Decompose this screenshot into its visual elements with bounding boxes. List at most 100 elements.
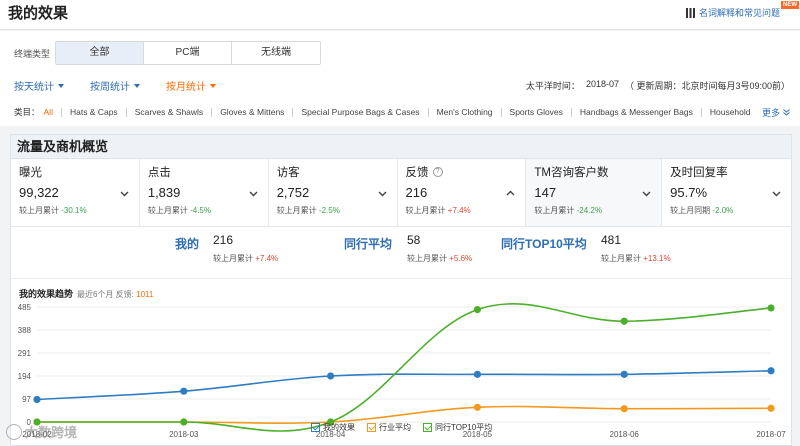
- tab-all[interactable]: 全部: [56, 42, 144, 64]
- filter-panel: 终端类型 全部 PC端 无线端 按天统计 按周统计 按月统计 太平洋时间： 20…: [0, 31, 800, 126]
- metric-value: 2,752: [276, 185, 310, 200]
- help-link[interactable]: 名词解释和常见问题: [685, 6, 780, 19]
- metric-name: 点击: [148, 164, 260, 180]
- chevron-down-icon[interactable]: [249, 189, 258, 198]
- legend-label: 行业平均: [379, 423, 411, 432]
- compare-block-top10: 481 较上月累计 +13.1%: [601, 233, 671, 264]
- period-weekly-label[interactable]: 按周统计: [90, 78, 130, 93]
- data-point: [180, 387, 188, 395]
- terminal-type-label: 终端类型: [14, 49, 51, 59]
- caret-down-icon: [134, 83, 140, 88]
- metric-name-text: 点击: [147, 167, 171, 179]
- period-daily-dropdown[interactable]: 按天统计: [14, 78, 64, 93]
- new-badge: NEW: [781, 1, 799, 9]
- category-item[interactable]: Special Purpose Bags & Cases: [292, 107, 427, 117]
- series-line: [36, 369, 772, 401]
- category-item[interactable]: All: [40, 107, 61, 117]
- metric-compare-label: 较上月同期: [670, 206, 711, 215]
- metric-card[interactable]: 反馈 ? 216 较上月累计 +7.4%: [398, 159, 527, 226]
- time-zone-label: 太平洋时间：: [525, 81, 580, 91]
- x-tick-label: 2018-03: [169, 430, 199, 439]
- chevron-down-icon[interactable]: [642, 189, 651, 198]
- metric-card[interactable]: 点击 1,839 较上月累计 -4.5%: [140, 159, 269, 226]
- more-label[interactable]: 更多: [762, 106, 780, 119]
- book-icon: [685, 7, 695, 18]
- compare-value: 58: [407, 233, 421, 247]
- metric-card[interactable]: 及时回复率 95.7% 较上月同期 -2.0%: [662, 159, 791, 226]
- metric-change: -24.2%: [576, 206, 602, 215]
- category-item[interactable]: Sports Gloves: [500, 107, 571, 117]
- data-point: [767, 404, 775, 412]
- period-daily-label[interactable]: 按天统计: [14, 78, 54, 93]
- metric-compare-label: 较上月累计: [19, 206, 59, 215]
- category-item[interactable]: Hats & Caps: [60, 107, 126, 117]
- page-title: 我的效果: [8, 5, 69, 22]
- data-point: [767, 367, 775, 375]
- chevron-down-icon[interactable]: [772, 189, 781, 198]
- period-monthly-label[interactable]: 按月统计: [166, 78, 206, 93]
- category-item[interactable]: Scarves & Shawls: [125, 107, 212, 117]
- watermark-text: 大数跨境: [25, 425, 78, 440]
- top-bar: 我的效果 名词解释和常见问题 NEW: [0, 0, 800, 30]
- metric-compare: 较上月累计 -24.2%: [534, 205, 653, 216]
- trend-title-text: 我的效果趋势: [19, 289, 74, 299]
- metric-name-text: 反馈: [405, 167, 429, 179]
- chevron-up-icon[interactable]: [506, 189, 515, 198]
- trend-subtitle: 最近6个月 反馈: 1011: [77, 290, 153, 299]
- legend-item[interactable]: 我的效果: [311, 422, 355, 433]
- chevron-down-icon[interactable]: [120, 189, 129, 198]
- metric-compare-label: 较上月累计: [147, 206, 188, 215]
- data-point: [180, 418, 188, 426]
- metric-card[interactable]: 曝光 99,322 较上月累计 -30.1%: [11, 159, 140, 226]
- metric-compare: 较上月累计 -2.5%: [277, 205, 389, 216]
- metric-card[interactable]: 访客 2,752 较上月累计 -2.5%: [269, 159, 398, 226]
- compare-value: 481: [601, 233, 622, 247]
- tab-wireless[interactable]: 无线端: [232, 42, 320, 64]
- watermark: 大数跨境: [6, 422, 77, 441]
- series-line: [36, 302, 772, 432]
- tab-pc[interactable]: PC端: [144, 42, 232, 64]
- metric-name-text: 及时回复率: [670, 167, 728, 179]
- metric-compare-label: 较上月累计: [276, 206, 317, 215]
- category-item[interactable]: Men's Clothing: [427, 107, 501, 117]
- legend-item[interactable]: 行业平均: [367, 422, 411, 433]
- category-item[interactable]: Household: [700, 107, 759, 117]
- help-icon[interactable]: ?: [432, 167, 443, 177]
- legend-label: 同行TOP10平均: [435, 423, 493, 432]
- more-categories-button[interactable]: 更多: [762, 106, 790, 119]
- y-tick-label: 194: [18, 372, 32, 381]
- trend-highlight-value: 1011: [136, 290, 154, 299]
- compare-change: 较上月累计 +13.1%: [601, 253, 671, 264]
- checkbox-checked-icon[interactable]: [311, 423, 320, 432]
- y-tick-label: 388: [18, 326, 32, 335]
- chevron-down-icon[interactable]: [378, 189, 387, 198]
- compare-change-value: +5.6%: [449, 254, 473, 263]
- series-line: [36, 405, 772, 424]
- metric-value: 95.7%: [670, 185, 708, 200]
- metric-card[interactable]: TM咨询客户数 147 较上月累计 -24.2%: [526, 159, 663, 226]
- category-label: 类目：: [14, 107, 40, 117]
- comparison-row: 我的 216 较上月累计 +7.4% 同行平均 58 较上月累计 +5.6% 同…: [11, 227, 791, 279]
- period-selector: 按天统计 按周统计 按月统计: [14, 78, 216, 93]
- checkbox-checked-icon[interactable]: [367, 423, 376, 432]
- compare-change-value: +13.1%: [643, 254, 671, 263]
- metric-value: 216: [405, 185, 428, 200]
- period-monthly-dropdown[interactable]: 按月统计: [166, 78, 216, 93]
- data-point: [473, 306, 481, 314]
- data-point: [473, 403, 481, 411]
- category-item[interactable]: Gloves & Mittens: [211, 107, 292, 117]
- compare-change: 较上月累计 +7.4%: [213, 253, 278, 264]
- checkbox-checked-icon[interactable]: [423, 423, 432, 432]
- metric-compare-label: 较上月累计: [534, 206, 575, 215]
- category-item[interactable]: Handbags & Messenger Bags: [570, 107, 701, 117]
- help-link-label[interactable]: 名词解释和常见问题: [699, 6, 780, 19]
- y-tick-label: 291: [18, 349, 32, 358]
- legend-item[interactable]: 同行TOP10平均: [423, 422, 492, 433]
- update-note: （ 更新周期：北京时间每月3号09:00前）: [624, 81, 790, 91]
- x-tick-label: 2018-06: [610, 430, 640, 439]
- period-weekly-dropdown[interactable]: 按周统计: [90, 78, 140, 93]
- compare-title-peer-avg: 同行平均: [344, 237, 393, 251]
- metric-value: 1,839: [147, 185, 181, 200]
- overview-panel: 流量及商机概览 曝光 99,322 较上月累计 -30.1% 点击 1,839 较上月累计…: [10, 134, 792, 446]
- caret-down-icon: [210, 83, 216, 88]
